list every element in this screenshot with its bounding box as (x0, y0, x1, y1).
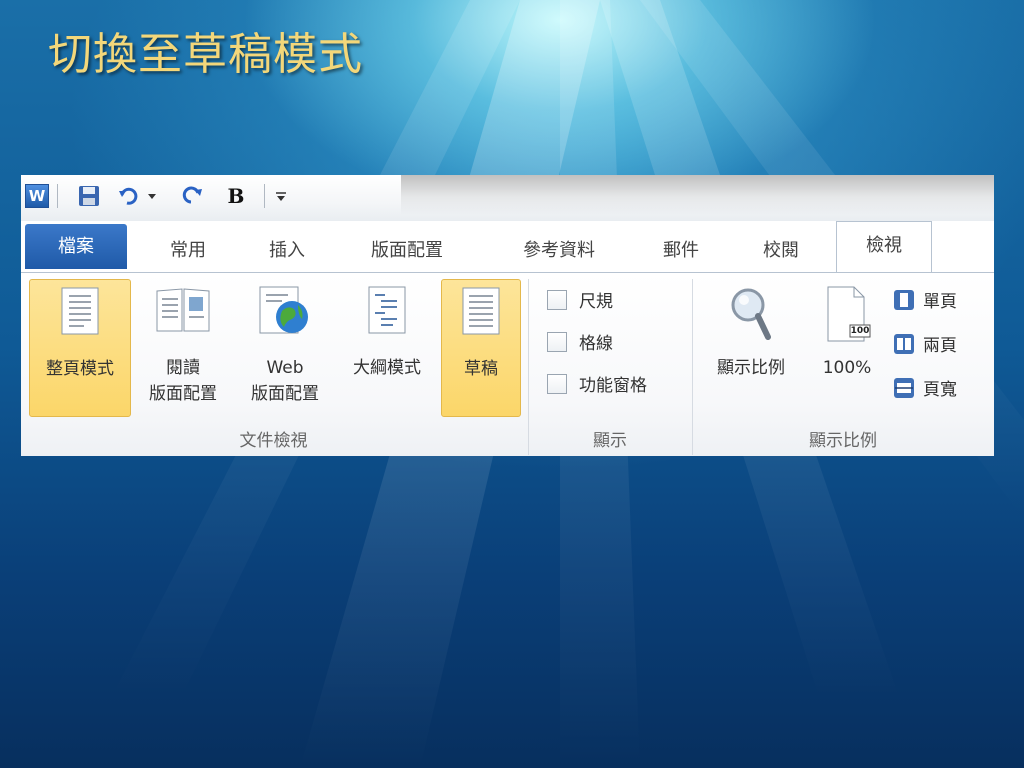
print-layout-icon (60, 286, 100, 341)
tab-home[interactable]: 常用 (149, 231, 227, 271)
outline-button[interactable]: 大綱模式 (337, 279, 437, 415)
two-pages-label: 兩頁 (923, 336, 957, 356)
qat-divider (264, 184, 265, 208)
document-views-group-label: 文件檢視 (239, 431, 308, 451)
tab-page-layout[interactable]: 版面配置 (351, 231, 463, 271)
save-icon[interactable] (77, 184, 101, 208)
tab-references[interactable]: 參考資料 (499, 231, 619, 271)
toolbar-shadow (401, 175, 994, 215)
web-layout-line2: 版面配置 (251, 384, 319, 404)
qat-divider (57, 184, 58, 208)
one-page-icon (894, 289, 914, 310)
tab-view[interactable]: 檢視 (836, 221, 932, 274)
page-width-button[interactable]: 頁寬 (893, 375, 957, 400)
ribbon-panel: 整頁模式 閱讀 版面配置 Web 版面配置 大綱模式 草稿 文件檢視 尺規 格線… (21, 272, 994, 456)
tab-review[interactable]: 校閱 (743, 231, 819, 271)
ribbon-tabs: 檔案 常用 插入 版面配置 參考資料 郵件 校閱 檢視 (21, 221, 994, 274)
web-layout-globe-icon (258, 285, 312, 342)
bold-button[interactable]: B (225, 184, 247, 208)
zoom-100-icon-text: 100 (850, 326, 870, 336)
draft-button[interactable]: 草稿 (441, 279, 521, 417)
quick-access-toolbar: W B (21, 175, 994, 221)
gridlines-checkbox-box[interactable] (547, 331, 567, 352)
zoom-100-page-icon: 100 (822, 285, 872, 345)
gridlines-label: 格線 (579, 334, 613, 354)
two-pages-icon (894, 333, 914, 354)
zoom-100-button[interactable]: 100 100% (809, 279, 885, 415)
navigation-pane-checkbox[interactable]: 功能窗格 (547, 371, 647, 396)
group-zoom: 顯示比例 100 100% 單頁 兩頁 頁寬 顯示比例 (693, 273, 993, 456)
zoom-button[interactable]: 顯示比例 (701, 279, 801, 415)
tab-file[interactable]: 檔案 (25, 224, 127, 269)
open-book-icon (154, 285, 212, 340)
customize-qat-icon[interactable] (273, 184, 289, 208)
zoom-group-label: 顯示比例 (809, 431, 877, 451)
group-show: 尺規 格線 功能窗格 顯示 (529, 273, 691, 456)
word-logo-icon: W (25, 184, 49, 208)
zoom-100-label: 100% (822, 358, 872, 378)
web-layout-line1: Web (266, 358, 304, 378)
page-width-icon (894, 377, 914, 398)
undo-icon[interactable] (117, 184, 141, 208)
draft-icon (461, 286, 501, 341)
page-width-label: 頁寬 (923, 380, 957, 400)
redo-icon[interactable] (181, 184, 205, 208)
reading-layout-line1: 閱讀 (166, 358, 200, 378)
word-ribbon-screenshot: W B 檔案 常用 插入 版面配置 參考資料 郵件 校閱 檢視 整頁模式 閱讀 … (21, 175, 994, 456)
print-layout-button[interactable]: 整頁模式 (29, 279, 131, 417)
reading-layout-line2: 版面配置 (149, 384, 217, 404)
gridlines-checkbox[interactable]: 格線 (547, 329, 613, 354)
ruler-label: 尺規 (579, 292, 613, 312)
one-page-button[interactable]: 單頁 (893, 287, 957, 312)
show-group-label: 顯示 (593, 431, 627, 451)
full-screen-reading-button[interactable]: 閱讀 版面配置 (133, 279, 233, 415)
web-layout-label: Web 版面配置 (235, 355, 335, 407)
undo-dropdown-chevron-icon[interactable] (145, 184, 159, 208)
draft-label: 草稿 (464, 359, 498, 379)
navigation-pane-label: 功能窗格 (579, 376, 647, 396)
slide-title: 切換至草稿模式 (48, 29, 363, 80)
magnifier-icon (728, 285, 774, 348)
two-pages-button[interactable]: 兩頁 (893, 331, 957, 356)
outline-label: 大綱模式 (353, 358, 421, 378)
tab-insert[interactable]: 插入 (249, 231, 325, 271)
tab-mailings[interactable]: 郵件 (645, 231, 717, 271)
group-document-views: 整頁模式 閱讀 版面配置 Web 版面配置 大綱模式 草稿 文件檢視 (21, 273, 526, 456)
outline-icon (367, 285, 407, 340)
word-app-icon[interactable]: W (25, 184, 49, 208)
print-layout-label: 整頁模式 (46, 359, 114, 379)
ruler-checkbox[interactable]: 尺規 (547, 287, 613, 312)
zoom-label: 顯示比例 (717, 358, 785, 378)
navigation-pane-checkbox-box[interactable] (547, 373, 567, 394)
ruler-checkbox-box[interactable] (547, 289, 567, 310)
one-page-label: 單頁 (923, 292, 957, 312)
web-layout-button[interactable]: Web 版面配置 (235, 279, 335, 415)
reading-layout-label: 閱讀 版面配置 (133, 355, 233, 407)
